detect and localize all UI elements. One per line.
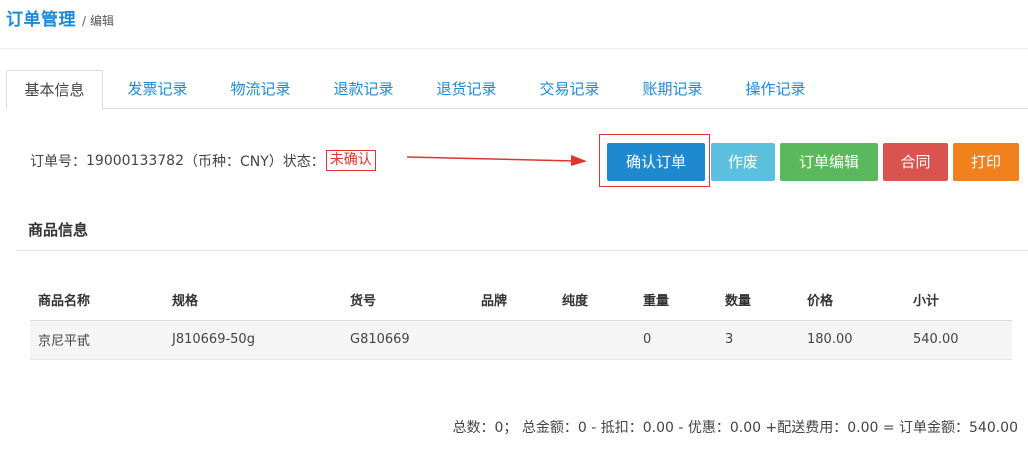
cell-quantity: 3 (717, 320, 799, 360)
product-table: 商品名称 规格 货号 品牌 纯度 重量 数量 价格 小计 京尼平甙 J81066… (30, 280, 1012, 360)
cell-subtotal: 540.00 (905, 320, 1012, 360)
table-row: 京尼平甙 J810669-50g G810669 0 3 180.00 540.… (30, 320, 1012, 360)
column-header: 数量 (717, 280, 799, 321)
breadcrumb-title[interactable]: 订单管理 (6, 5, 76, 30)
column-header: 纯度 (554, 280, 635, 321)
tab-basic-info[interactable]: 基本信息 (6, 70, 103, 110)
column-header: 规格 (164, 280, 342, 321)
cell-purity (554, 320, 635, 360)
order-info: 订单号： 19000133782 （币种：CNY） 状态： 未确认 (30, 150, 376, 171)
column-header: 价格 (799, 280, 905, 321)
confirm-order-button[interactable]: 确认订单 (607, 143, 705, 181)
tab-invoice-records[interactable]: 发票记录 (110, 70, 205, 109)
order-number: 19000133782 (86, 152, 184, 169)
breadcrumb-separator: / (82, 14, 87, 28)
column-header: 货号 (342, 280, 473, 321)
table-header-row: 商品名称 规格 货号 品牌 纯度 重量 数量 价格 小计 (30, 280, 1012, 321)
cell-brand (473, 320, 554, 360)
tab-refund-records[interactable]: 退款记录 (316, 70, 411, 109)
breadcrumb-current: 编辑 (90, 14, 115, 28)
breadcrumb: 订单管理 / 编辑 (6, 5, 114, 31)
tab-operation-records[interactable]: 操作记录 (728, 70, 823, 109)
order-summary: 总数：0； 总金额：0 - 抵扣：0.00 - 优惠：0.00 +配送费用：0.… (452, 420, 1018, 436)
tab-transaction-records[interactable]: 交易记录 (522, 70, 617, 109)
tab-logistics-records[interactable]: 物流记录 (213, 70, 308, 109)
cell-weight: 0 (635, 320, 717, 360)
edit-order-button[interactable]: 订单编辑 (780, 143, 878, 181)
header-divider (0, 48, 1028, 49)
tab-bar: 基本信息 发票记录 物流记录 退款记录 退货记录 交易记录 账期记录 操作记录 (6, 70, 1028, 110)
annotation-arrow-icon (407, 155, 587, 166)
tab-return-records[interactable]: 退货记录 (419, 70, 514, 109)
section-divider (16, 250, 1028, 251)
order-currency: （币种：CNY） (183, 153, 283, 170)
column-header: 小计 (905, 280, 1012, 321)
order-status-label: 状态： (282, 153, 325, 170)
tab-billing-period-records[interactable]: 账期记录 (625, 70, 720, 109)
print-button[interactable]: 打印 (953, 143, 1019, 181)
order-status: 未确认 (325, 150, 376, 171)
product-section-title: 商品信息 (28, 221, 89, 239)
column-header: 重量 (635, 280, 717, 321)
cell-price: 180.00 (799, 320, 905, 360)
column-header: 品牌 (473, 280, 554, 321)
cell-product-name: 京尼平甙 (30, 320, 164, 360)
column-header: 商品名称 (30, 280, 164, 321)
order-number-label: 订单号： (30, 153, 86, 170)
contract-button[interactable]: 合同 (883, 143, 948, 181)
cell-item-number: G810669 (342, 320, 473, 360)
cell-spec: J810669-50g (164, 320, 342, 360)
void-button[interactable]: 作废 (711, 143, 775, 181)
